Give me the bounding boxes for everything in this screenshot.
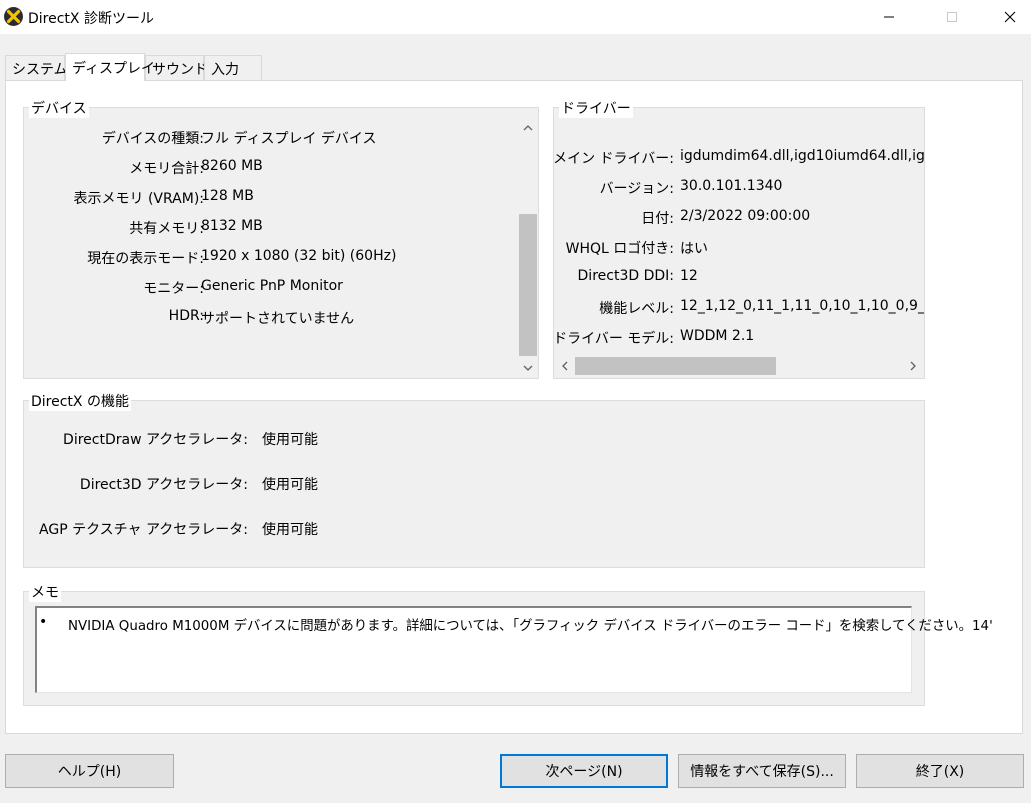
main-driver-label: メイン ドライバー: <box>554 151 674 167</box>
minimize-icon <box>884 16 894 18</box>
device-row: HDR: サポートされていません <box>24 308 514 330</box>
version-value: 30.0.101.1340 <box>680 178 783 194</box>
feature-row: DirectDraw アクセラレータ: 使用可能 <box>24 429 424 451</box>
tab-input[interactable]: 入力 <box>204 55 262 80</box>
whql-label: WHQL ロゴ付き: <box>565 241 674 257</box>
driver-group-title: ドライバー <box>559 98 633 118</box>
device-group: デバイス デバイスの種類: フル ディスプレイ デバイス メモリ合計: 8260… <box>23 98 539 379</box>
scroll-right-icon[interactable] <box>904 356 922 376</box>
agp-value: 使用可能 <box>262 522 318 538</box>
monitor-value: Generic PnP Monitor <box>201 278 343 294</box>
device-scroll-thumb[interactable] <box>519 214 537 356</box>
notes-text-box[interactable]: • NVIDIA Quadro M1000M デバイスに問題があります。詳細につ… <box>35 606 993 693</box>
close-icon <box>1004 11 1016 23</box>
tab-system-label: システム <box>12 62 68 78</box>
device-row: 現在の表示モード: 1920 x 1080 (32 bit) (60Hz) <box>24 248 514 270</box>
total-memory-value: 8260 MB <box>201 158 263 174</box>
directdraw-value: 使用可能 <box>262 432 318 448</box>
directx-app-icon <box>4 7 23 26</box>
driver-row: WHQL ロゴ付き: はい <box>554 238 924 260</box>
display-mode-label: 現在の表示モード: <box>87 251 204 267</box>
monitor-label: モニター: <box>143 281 204 297</box>
driver-row: 機能レベル: 12_1,12_0,11_1,11_0,10_1,10_0,9_3… <box>554 298 924 320</box>
save-all-info-button[interactable]: 情報をすべて保存(S)... <box>678 754 846 788</box>
hdr-label: HDR: <box>168 308 204 324</box>
device-row: 表示メモリ (VRAM): 128 MB <box>24 188 514 210</box>
next-page-button[interactable]: 次ページ(N) <box>500 754 668 788</box>
window-title: DirectX 診断ツール <box>28 11 154 27</box>
date-label: 日付: <box>641 211 674 227</box>
feature-row: Direct3D アクセラレータ: 使用可能 <box>24 474 424 496</box>
feature-level-value: 12_1,12_0,11_1,11_0,10_1,10_0,9_3,9_2 <box>680 298 924 314</box>
device-type-value: フル ディスプレイ デバイス <box>201 131 377 147</box>
d3d-ddi-label: Direct3D DDI: <box>577 268 674 284</box>
version-label: バージョン: <box>599 181 674 197</box>
driver-row: Direct3D DDI: 12 <box>554 268 924 290</box>
date-value: 2/3/2022 09:00:00 <box>680 208 811 224</box>
features-group-title: DirectX の機能 <box>29 391 131 411</box>
feature-level-label: 機能レベル: <box>599 301 674 317</box>
tab-system[interactable]: システム <box>5 55 68 80</box>
driver-group: ドライバー メイン ドライバー: igdumdim64.dll,igd10ium… <box>553 98 925 379</box>
whql-value: はい <box>680 241 708 257</box>
notes-bullet: • <box>39 614 48 630</box>
scroll-up-icon[interactable] <box>518 118 538 138</box>
tab-display-label: ディスプレイ <box>72 61 156 77</box>
display-mode-value: 1920 x 1080 (32 bit) (60Hz) <box>201 248 397 264</box>
notes-text: NVIDIA Quadro M1000M デバイスに問題があります。詳細について… <box>68 619 993 634</box>
maximize-button <box>929 0 975 34</box>
driver-row: ドライバー モデル: WDDM 2.1 <box>554 328 924 350</box>
device-type-label: デバイスの種類: <box>101 131 204 147</box>
tab-display[interactable]: ディスプレイ <box>65 53 155 81</box>
title-bar: DirectX 診断ツール <box>0 0 1031 34</box>
shared-memory-label: 共有メモリ: <box>129 221 204 237</box>
total-memory-label: メモリ合計: <box>129 161 204 177</box>
maximize-icon <box>947 12 957 22</box>
feature-row: AGP テクスチャ アクセラレータ: 使用可能 <box>24 519 424 541</box>
driver-model-value: WDDM 2.1 <box>680 328 755 344</box>
scroll-left-icon[interactable] <box>556 356 574 376</box>
close-button[interactable] <box>987 0 1031 34</box>
device-group-title: デバイス <box>29 98 89 118</box>
device-row: メモリ合計: 8260 MB <box>24 158 514 180</box>
minimize-button[interactable] <box>866 0 912 34</box>
vram-label: 表示メモリ (VRAM): <box>73 191 204 207</box>
directdraw-label: DirectDraw アクセラレータ: <box>63 432 248 448</box>
driver-row: メイン ドライバー: igdumdim64.dll,igd10iumd64.dl… <box>554 148 924 170</box>
scroll-down-icon[interactable] <box>518 358 538 378</box>
directx-features-group: DirectX の機能 DirectDraw アクセラレータ: 使用可能 Dir… <box>23 391 925 568</box>
help-button[interactable]: ヘルプ(H) <box>5 754 174 788</box>
direct3d-label: Direct3D アクセラレータ: <box>79 477 248 493</box>
device-vertical-scrollbar[interactable] <box>518 118 538 378</box>
agp-label: AGP テクスチャ アクセラレータ: <box>39 522 248 538</box>
tab-input-label: 入力 <box>211 62 239 78</box>
exit-button[interactable]: 終了(X) <box>856 754 1024 788</box>
driver-row: 日付: 2/3/2022 09:00:00 <box>554 208 924 230</box>
driver-row: バージョン: 30.0.101.1340 <box>554 178 924 200</box>
tab-sound-label: サウンド <box>152 62 208 78</box>
direct3d-value: 使用可能 <box>262 477 318 493</box>
main-driver-value: igdumdim64.dll,igd10iumd64.dll,igd1 <box>680 148 924 164</box>
device-row: モニター: Generic PnP Monitor <box>24 278 514 300</box>
driver-scroll-thumb[interactable] <box>575 357 776 375</box>
driver-model-label: ドライバー モデル: <box>554 331 674 347</box>
vram-value: 128 MB <box>201 188 254 204</box>
hdr-value: サポートされていません <box>201 311 355 327</box>
d3d-ddi-value: 12 <box>680 268 698 284</box>
device-row: 共有メモリ: 8132 MB <box>24 218 514 240</box>
driver-horizontal-scrollbar[interactable] <box>556 356 922 376</box>
shared-memory-value: 8132 MB <box>201 218 263 234</box>
notes-group-title: メモ <box>29 582 61 602</box>
device-row: デバイスの種類: フル ディスプレイ デバイス <box>24 128 514 150</box>
